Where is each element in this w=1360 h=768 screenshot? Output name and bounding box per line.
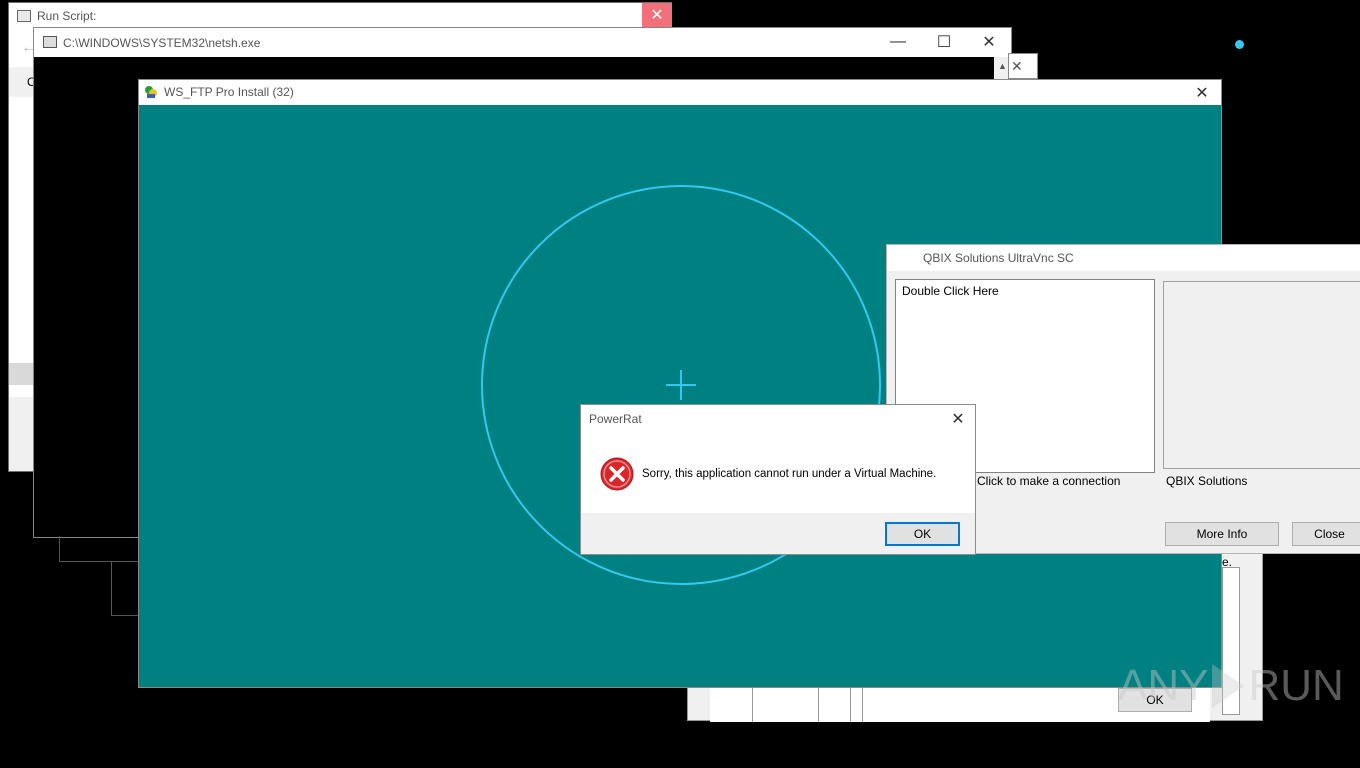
error-icon	[600, 457, 634, 491]
watermark-text-right: RUN	[1248, 661, 1344, 710]
watermark-text-left: ANY	[1118, 661, 1209, 710]
minimize-button[interactable]: —	[875, 28, 921, 56]
window-title: Run Script:	[37, 9, 97, 23]
close-button[interactable]: ✕	[941, 405, 975, 433]
company-label: QBIX Solutions	[1166, 474, 1248, 488]
error-message: Sorry, this application cannot run under…	[642, 468, 937, 480]
dialog-title: PowerRat	[589, 412, 642, 426]
ok-button[interactable]: OK	[885, 522, 960, 546]
wsftp-titlebar: WS_FTP Pro Install (32) ✕	[139, 80, 1221, 105]
netsh-titlebar: C:\WINDOWS\SYSTEM32\netsh.exe — ☐ ✕	[34, 28, 1011, 57]
list-item[interactable]: Double Click Here	[902, 284, 999, 298]
powerrat-titlebar: PowerRat ✕	[581, 405, 975, 433]
cursor-dot	[1235, 40, 1244, 49]
powerrat-dialog: PowerRat ✕ Sorry, this application canno…	[580, 404, 976, 555]
ghost-frame-2	[111, 562, 139, 616]
close-button[interactable]: ✕	[1183, 80, 1221, 105]
play-icon	[1212, 664, 1245, 708]
window-title: QBIX Solutions UltraVnc SC	[923, 251, 1074, 265]
run-script-titlebar: Run Script: ✕	[9, 3, 672, 29]
close-button[interactable]: ✕	[642, 3, 672, 27]
status-divider	[862, 688, 863, 722]
info-panel	[1163, 281, 1360, 469]
close-button[interactable]: ✕	[966, 28, 1012, 56]
app-icon	[17, 10, 31, 22]
ghost-frame-1	[59, 536, 139, 562]
close-button[interactable]: Close	[1292, 522, 1360, 546]
button-bar: OK	[581, 513, 975, 554]
hidden-window-top: ✕	[1008, 53, 1038, 79]
close-icon[interactable]: ✕	[1011, 58, 1023, 75]
window-title: C:\WINDOWS\SYSTEM32\netsh.exe	[63, 36, 261, 50]
status-divider	[752, 688, 753, 722]
ultravnc-titlebar: QBIX Solutions UltraVnc SC	[887, 245, 1360, 271]
more-info-button[interactable]: More Info	[1165, 522, 1279, 546]
console-icon	[43, 36, 57, 48]
status-divider	[850, 688, 851, 722]
scroll-up-icon[interactable]: ▲	[998, 61, 1007, 71]
installer-icon	[144, 85, 158, 99]
window-title: WS_FTP Pro Install (32)	[164, 85, 294, 99]
watermark: ANY RUN	[1118, 658, 1344, 714]
status-divider	[818, 688, 819, 722]
maximize-button[interactable]: ☐	[921, 28, 967, 56]
connection-hint: e Click to make a connection	[967, 474, 1121, 488]
